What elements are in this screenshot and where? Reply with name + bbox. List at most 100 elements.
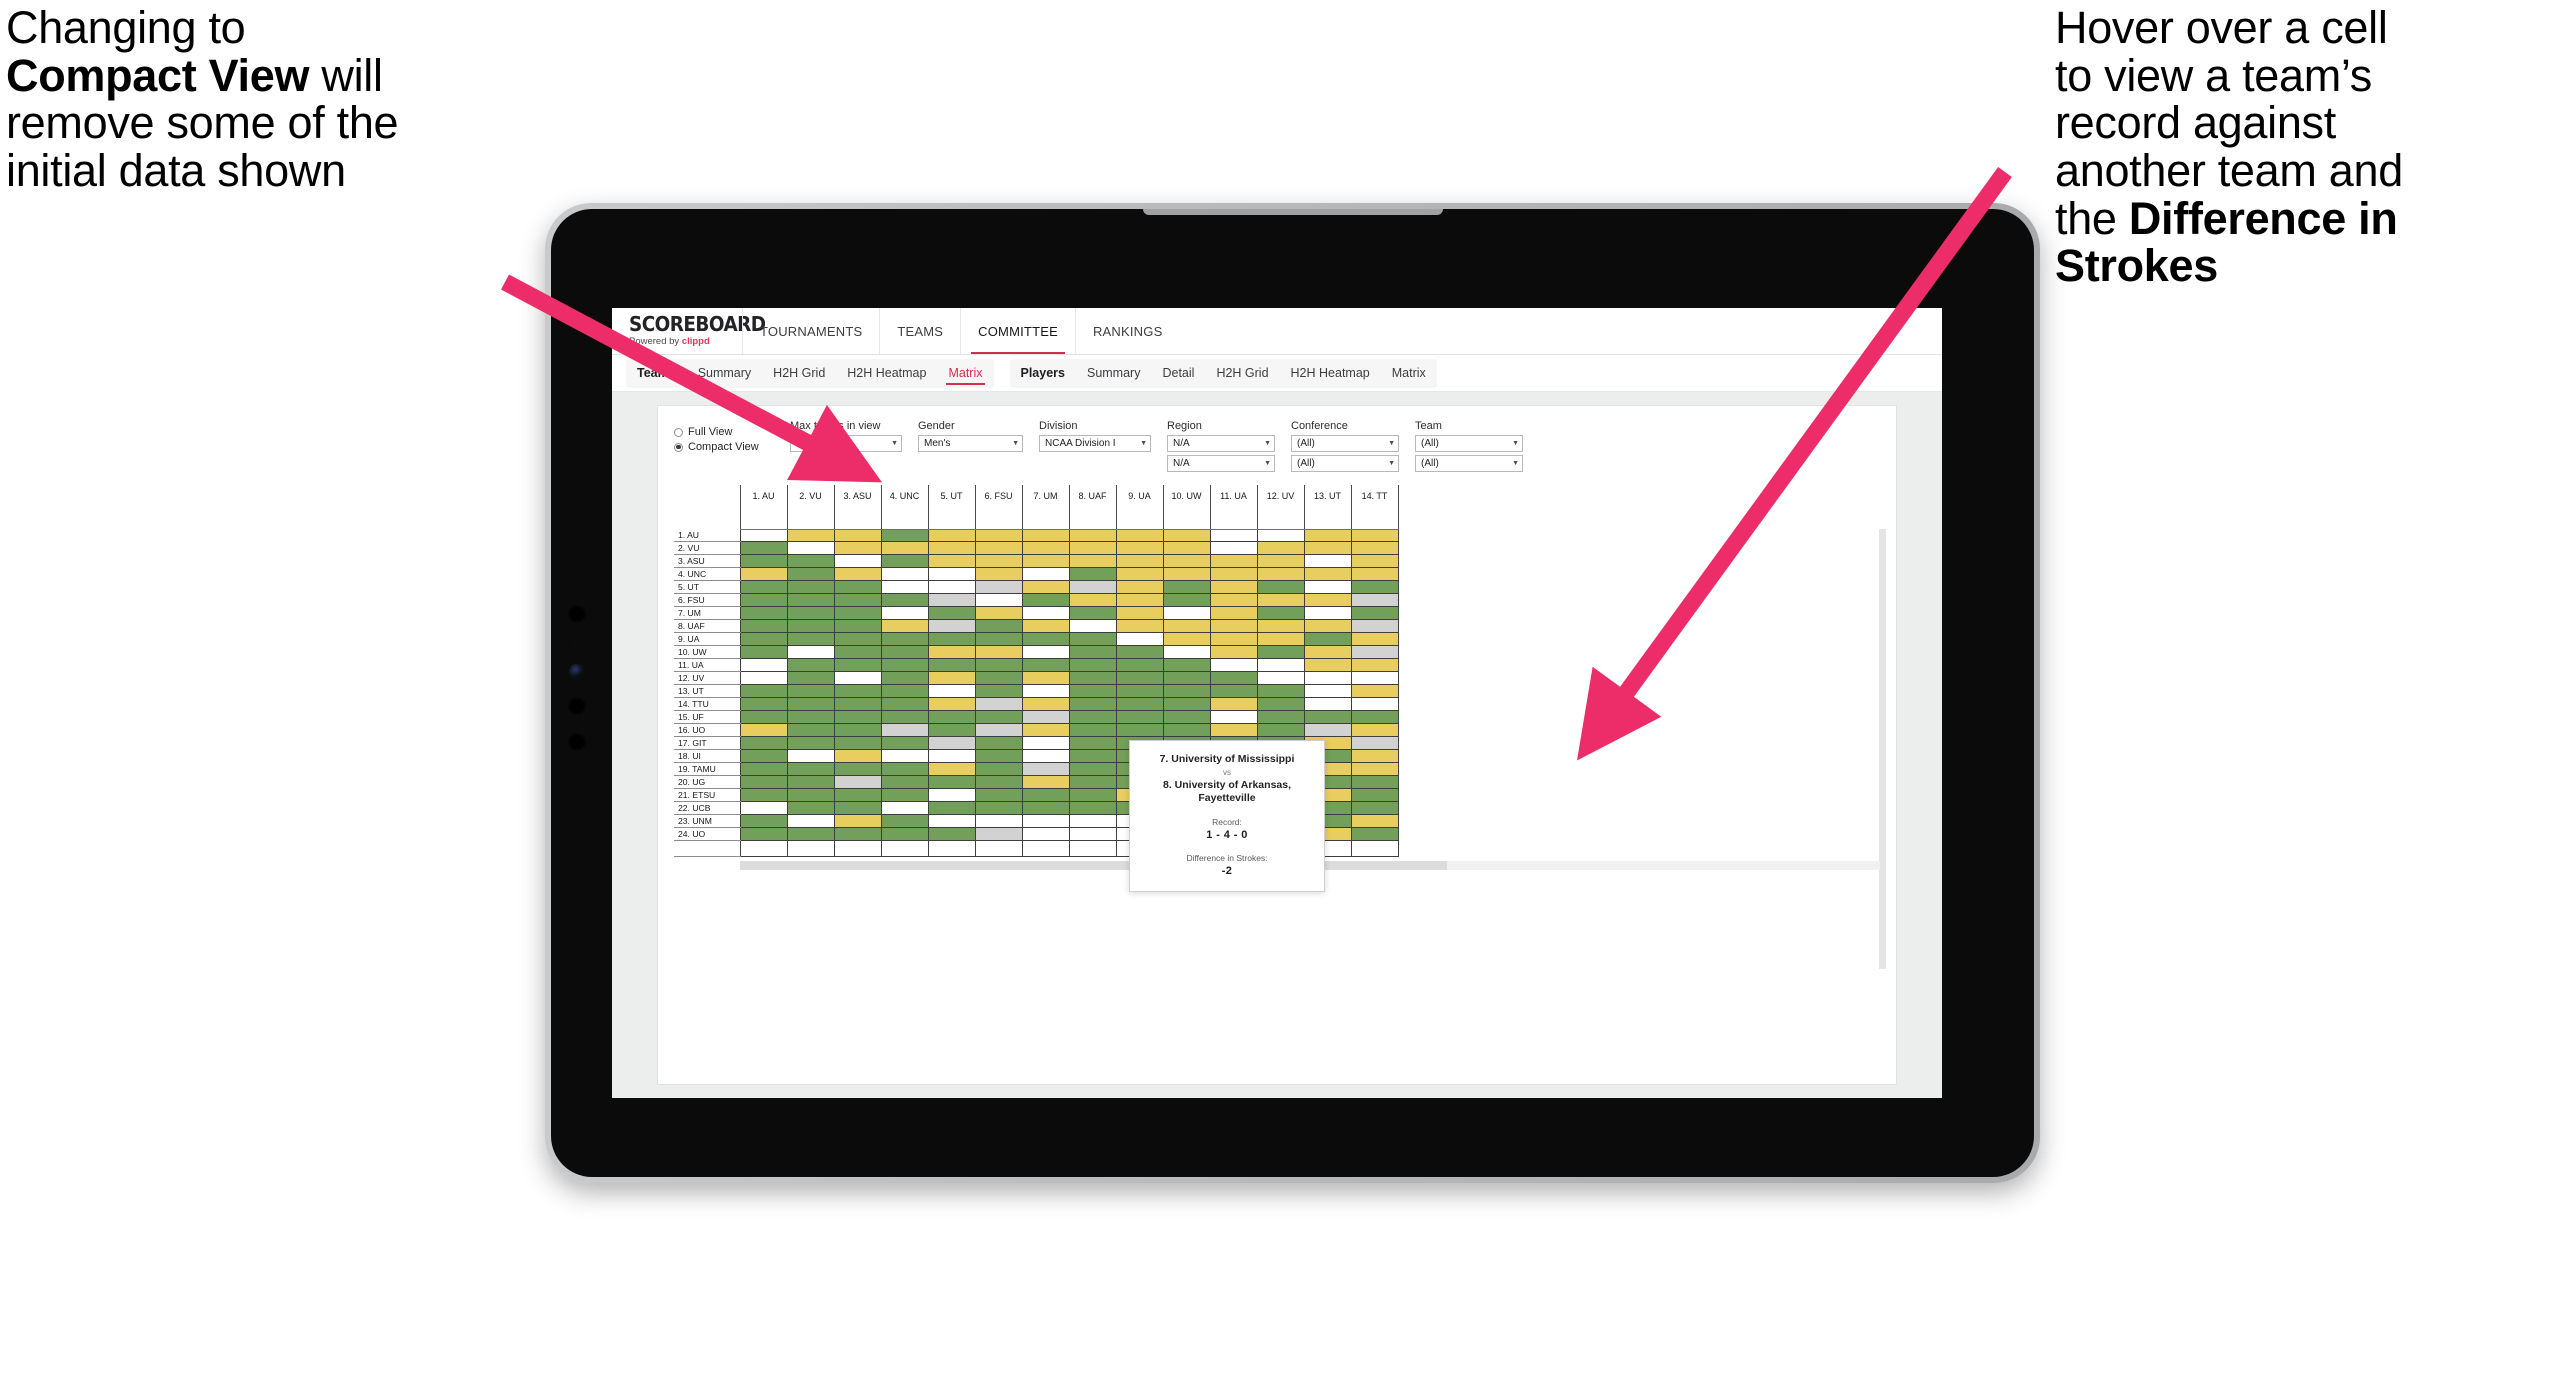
matrix-cell[interactable] [1068, 827, 1116, 842]
matrix-cell[interactable] [1256, 684, 1304, 699]
matrix-cell[interactable] [1209, 593, 1257, 608]
matrix-cell[interactable] [786, 710, 834, 725]
filter-conference-select-1[interactable]: (All) ▼ [1291, 435, 1399, 452]
matrix-cell[interactable] [927, 632, 975, 647]
matrix-cell[interactable] [880, 619, 928, 634]
matrix-cell[interactable] [1350, 619, 1399, 634]
matrix-cell[interactable] [974, 762, 1022, 777]
matrix-cell[interactable] [880, 580, 928, 595]
matrix-vertical-scrollbar[interactable] [1879, 529, 1886, 969]
matrix-cell[interactable] [880, 801, 928, 816]
matrix-cell[interactable] [1256, 593, 1304, 608]
matrix-cell[interactable] [1115, 580, 1163, 595]
matrix-col-header[interactable]: 13. UT [1303, 485, 1351, 530]
matrix-cell[interactable] [974, 658, 1022, 673]
radio-compact-view[interactable]: Compact View [674, 441, 774, 453]
matrix-cell[interactable] [739, 710, 787, 725]
matrix-cell[interactable] [880, 684, 928, 699]
matrix-cell[interactable] [1021, 580, 1069, 595]
matrix-cell[interactable] [927, 749, 975, 764]
matrix-cell[interactable] [1350, 736, 1399, 751]
matrix-cell[interactable] [1115, 606, 1163, 621]
matrix-col-header[interactable]: 3. ASU [833, 485, 881, 530]
matrix-cell[interactable] [739, 840, 787, 858]
matrix-cell[interactable] [1303, 529, 1351, 543]
matrix-row-header[interactable]: 9. UA [674, 632, 740, 647]
matrix-cell[interactable] [833, 658, 881, 673]
tab-teams-summary[interactable]: Summary [687, 359, 762, 388]
matrix-cell[interactable] [1256, 710, 1304, 725]
matrix-cell[interactable] [1021, 554, 1069, 569]
matrix-cell[interactable] [1068, 606, 1116, 621]
matrix-cell[interactable] [927, 684, 975, 699]
matrix-cell[interactable] [1350, 593, 1399, 608]
matrix-cell[interactable] [1350, 827, 1399, 842]
matrix-cell[interactable] [974, 697, 1022, 712]
matrix-col-header[interactable]: 8. UAF [1068, 485, 1116, 530]
matrix-cell[interactable] [880, 606, 928, 621]
matrix-cell[interactable] [1115, 632, 1163, 647]
matrix-cell[interactable] [833, 801, 881, 816]
matrix-cell[interactable] [1209, 645, 1257, 660]
matrix-col-header[interactable]: 4. UNC [880, 485, 928, 530]
matrix-cell[interactable] [786, 580, 834, 595]
matrix-cell[interactable] [927, 606, 975, 621]
matrix-cell[interactable] [1303, 658, 1351, 673]
matrix-cell[interactable] [927, 827, 975, 842]
filter-conference-select-2[interactable]: (All) ▼ [1291, 455, 1399, 472]
filter-team-select-2[interactable]: (All) ▼ [1415, 455, 1523, 472]
matrix-row-header[interactable]: 13. UT [674, 684, 740, 699]
matrix-cell[interactable] [974, 736, 1022, 751]
matrix-cell[interactable] [1115, 710, 1163, 725]
matrix-cell[interactable] [1021, 788, 1069, 803]
matrix-cell[interactable] [1162, 580, 1210, 595]
matrix-row-header[interactable]: 12. UV [674, 671, 740, 686]
matrix-cell[interactable] [927, 593, 975, 608]
matrix-cell[interactable] [739, 593, 787, 608]
matrix-cell[interactable] [1021, 736, 1069, 751]
matrix-cell[interactable] [927, 567, 975, 582]
tab-players-summary[interactable]: Summary [1076, 359, 1151, 388]
matrix-cell[interactable] [786, 801, 834, 816]
matrix-cell[interactable] [927, 788, 975, 803]
matrix-cell[interactable] [1021, 697, 1069, 712]
matrix-cell[interactable] [1068, 632, 1116, 647]
matrix-cell[interactable] [1068, 840, 1116, 858]
matrix-cell[interactable] [786, 541, 834, 556]
matrix-cell[interactable] [1068, 529, 1116, 543]
matrix-cell[interactable] [1209, 723, 1257, 738]
matrix-cell[interactable] [880, 788, 928, 803]
nav-committee[interactable]: COMMITTEE [960, 308, 1075, 354]
matrix-col-header[interactable]: 9. UA [1115, 485, 1163, 530]
matrix-cell[interactable] [927, 541, 975, 556]
matrix-cell[interactable] [927, 529, 975, 543]
matrix-cell[interactable] [974, 710, 1022, 725]
matrix-cell[interactable] [927, 710, 975, 725]
matrix-cell[interactable] [786, 554, 834, 569]
matrix-cell[interactable] [1256, 671, 1304, 686]
matrix-cell[interactable] [1256, 645, 1304, 660]
matrix-cell[interactable] [1350, 762, 1399, 777]
matrix-cell[interactable] [880, 671, 928, 686]
nav-teams[interactable]: TEAMS [879, 308, 960, 354]
matrix-row-header[interactable]: 21. ETSU [674, 788, 740, 803]
matrix-cell[interactable] [833, 788, 881, 803]
matrix-cell[interactable] [786, 606, 834, 621]
nav-tournaments[interactable]: TOURNAMENTS [742, 308, 879, 354]
matrix-cell[interactable] [974, 788, 1022, 803]
matrix-cell[interactable] [1209, 606, 1257, 621]
tab-players-matrix[interactable]: Matrix [1381, 359, 1437, 388]
matrix-cell[interactable] [1115, 684, 1163, 699]
matrix-cell[interactable] [833, 567, 881, 582]
matrix-cell[interactable] [786, 697, 834, 712]
matrix-cell[interactable] [927, 671, 975, 686]
matrix-cell[interactable] [739, 529, 787, 543]
matrix-cell[interactable] [1115, 658, 1163, 673]
matrix-cell[interactable] [1021, 529, 1069, 543]
matrix-cell[interactable] [1115, 541, 1163, 556]
matrix-cell[interactable] [739, 723, 787, 738]
matrix-row-header[interactable]: 6. FSU [674, 593, 740, 608]
matrix-cell[interactable] [927, 814, 975, 829]
matrix-cell[interactable] [880, 814, 928, 829]
matrix-cell[interactable] [786, 619, 834, 634]
